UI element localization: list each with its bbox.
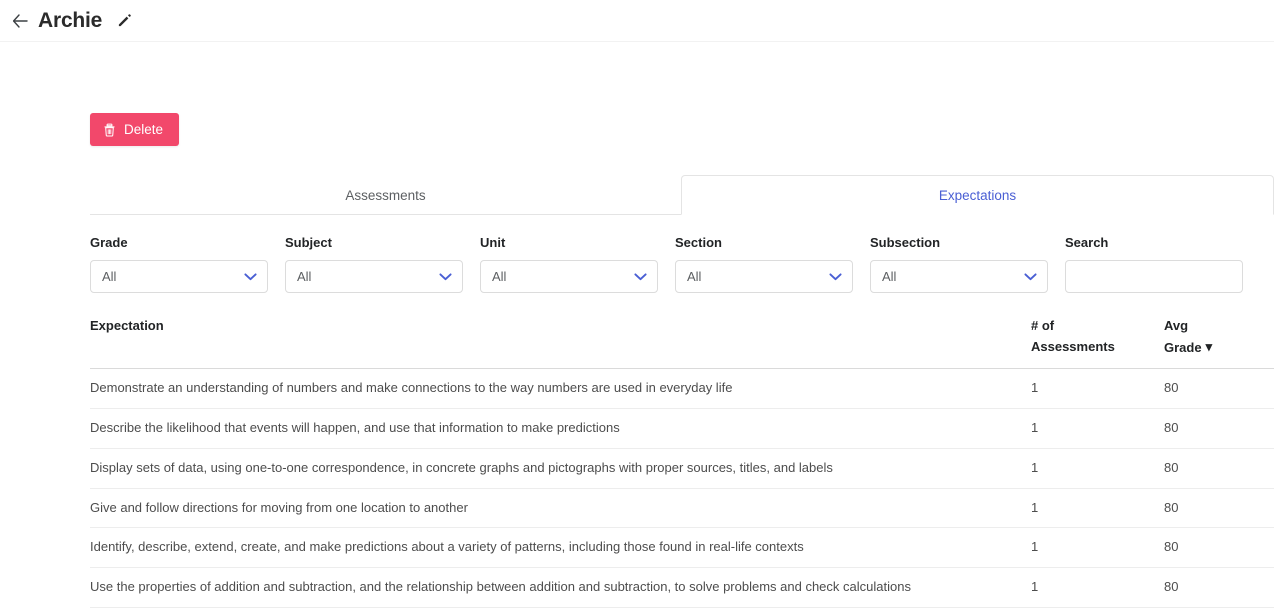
cell-expectation: Use the properties of addition and subtr…	[90, 567, 1031, 608]
tab-expectations-label: Expectations	[938, 188, 1017, 203]
search-input[interactable]	[1065, 260, 1243, 293]
table-row[interactable]: Demonstrate an understanding of numbers …	[90, 368, 1274, 409]
filter-grade: Grade All	[90, 235, 268, 293]
unit-select-wrapper: All	[480, 260, 658, 293]
expectations-table: Expectation # of Assessments Avg Grade ▾ …	[90, 315, 1274, 608]
unit-select[interactable]: All	[480, 260, 658, 293]
subsection-select-wrapper: All	[870, 260, 1048, 293]
filter-subsection: Subsection All	[870, 235, 1048, 293]
trash-icon	[103, 123, 116, 137]
table-row[interactable]: Identify, describe, extend, create, and …	[90, 527, 1274, 569]
filter-section-label: Section	[675, 235, 722, 250]
filter-bar: Grade All Subject All Unit All Section A…	[90, 235, 1274, 293]
table-body: Demonstrate an understanding of numbers …	[90, 368, 1274, 608]
section-select-wrapper: All	[675, 260, 853, 293]
sort-descending-caret-icon[interactable]: ▾	[1206, 336, 1213, 357]
tab-assessments[interactable]: Assessments	[90, 175, 681, 215]
page-title: Archie	[38, 8, 103, 32]
cell-avg-grade: 80	[1164, 368, 1274, 409]
delete-button-label: Delete	[124, 122, 164, 137]
filter-unit: Unit All	[480, 235, 658, 293]
cell-avg-grade: 80	[1164, 488, 1274, 529]
search-wrapper	[1065, 260, 1243, 293]
filter-section: Section All	[675, 235, 853, 293]
cell-num-assessments: 1	[1031, 448, 1164, 489]
column-header-num-assessments[interactable]: # of Assessments	[1031, 315, 1164, 369]
cell-avg-grade: 80	[1164, 448, 1274, 489]
cell-num-assessments: 1	[1031, 567, 1164, 608]
subject-select[interactable]: All	[285, 260, 463, 293]
cell-expectation: Give and follow directions for moving fr…	[90, 488, 1031, 529]
cell-expectation: Display sets of data, using one-to-one c…	[90, 448, 1031, 489]
table-header-row: Expectation # of Assessments Avg Grade ▾	[90, 315, 1274, 369]
pencil-icon[interactable]	[114, 11, 134, 31]
column-header-num-line1: # of	[1031, 318, 1055, 333]
filter-subject: Subject All	[285, 235, 463, 293]
grade-select[interactable]: All	[90, 260, 268, 293]
filter-subsection-label: Subsection	[870, 235, 941, 250]
subsection-select[interactable]: All	[870, 260, 1048, 293]
column-header-expectation-label: Expectation	[90, 318, 164, 333]
section-select[interactable]: All	[675, 260, 853, 293]
content-container: Delete Assessments Expectations Grade Al…	[90, 42, 1274, 608]
column-header-expectation[interactable]: Expectation	[90, 315, 1031, 369]
table-row[interactable]: Use the properties of addition and subtr…	[90, 567, 1274, 608]
cell-expectation: Describe the likelihood that events will…	[90, 408, 1031, 449]
table-header: Expectation # of Assessments Avg Grade ▾	[90, 315, 1274, 369]
cell-num-assessments: 1	[1031, 527, 1164, 569]
table-row[interactable]: Display sets of data, using one-to-one c…	[90, 448, 1274, 489]
filter-subject-label: Subject	[285, 235, 332, 250]
cell-num-assessments: 1	[1031, 488, 1164, 529]
back-arrow-icon[interactable]	[10, 10, 32, 32]
toolbar: Delete	[90, 42, 1274, 146]
cell-avg-grade: 80	[1164, 527, 1274, 569]
filter-unit-label: Unit	[480, 235, 506, 250]
filter-search: Search	[1065, 235, 1243, 293]
column-header-avg-line1: Avg	[1164, 318, 1189, 333]
cell-avg-grade: 80	[1164, 408, 1274, 449]
subject-select-wrapper: All	[285, 260, 463, 293]
page-body: Delete Assessments Expectations Grade Al…	[0, 42, 1274, 608]
delete-button[interactable]: Delete	[90, 113, 180, 146]
table-row[interactable]: Describe the likelihood that events will…	[90, 408, 1274, 449]
grade-select-wrapper: All	[90, 260, 268, 293]
tab-expectations[interactable]: Expectations	[681, 175, 1274, 215]
column-header-avg-line2: Grade	[1164, 340, 1202, 356]
cell-num-assessments: 1	[1031, 408, 1164, 449]
search-label: Search	[1065, 235, 1109, 250]
tab-bar: Assessments Expectations	[90, 175, 1274, 215]
cell-avg-grade: 80	[1164, 567, 1274, 608]
app-header: Archie	[0, 0, 1274, 42]
filter-grade-label: Grade	[90, 235, 128, 250]
column-header-avg-grade[interactable]: Avg Grade ▾	[1164, 315, 1274, 369]
cell-expectation: Identify, describe, extend, create, and …	[90, 527, 1031, 569]
column-header-num-line2: Assessments	[1031, 339, 1115, 355]
table-row[interactable]: Give and follow directions for moving fr…	[90, 488, 1274, 529]
cell-num-assessments: 1	[1031, 368, 1164, 409]
cell-expectation: Demonstrate an understanding of numbers …	[90, 368, 1031, 409]
tab-assessments-label: Assessments	[345, 188, 426, 203]
